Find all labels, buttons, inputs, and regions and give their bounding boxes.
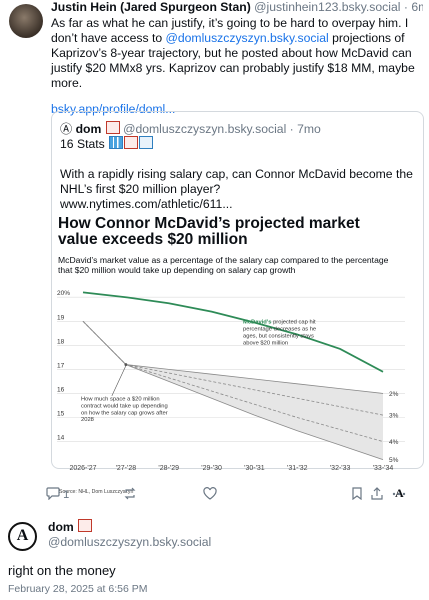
- x-tick-label: '32-'33: [330, 465, 351, 472]
- annotation-leader-line: [111, 365, 127, 396]
- chart-subtitle: McDavid’s market value as a percentage o…: [58, 255, 389, 275]
- quote-avatar-icon: Ⓐ: [60, 122, 73, 136]
- x-tick-label: '27-'28: [116, 465, 137, 472]
- quote-age: 7mo: [297, 122, 321, 136]
- y-tick-label: 15: [57, 411, 65, 418]
- quote-stats: 16 Stats: [60, 136, 154, 151]
- quote-url: www.nytimes.com/athletic/611...: [60, 197, 233, 211]
- post-actions: 1: [46, 487, 422, 503]
- share-button[interactable]: [371, 487, 383, 503]
- post-text: As far as what he can justify, it’s goin…: [51, 16, 415, 90]
- growth-series-label: 3%: [389, 413, 399, 420]
- trend-emoji-icon: [139, 136, 154, 149]
- quote-text: With a rapidly rising salary cap, can Co…: [60, 167, 415, 212]
- post-age: 6mo: [411, 0, 423, 14]
- x-tick-label: 2026-'27: [69, 465, 96, 472]
- chart-title: How Connor McDavid’s projected market va…: [58, 215, 360, 248]
- repost-button[interactable]: [123, 487, 137, 503]
- pencil-emoji-icon: [105, 121, 120, 134]
- share-icon: [371, 487, 383, 500]
- growth-series-label: 5%: [389, 457, 399, 464]
- y-tick-label: 17: [57, 362, 65, 369]
- y-tick-label: 14: [57, 435, 65, 442]
- reply-timestamp: February 28, 2025 at 6:56 PM: [8, 583, 148, 595]
- x-tick-label: '30-'31: [244, 465, 265, 472]
- post: Justin Hein (Jared Spurgeon Stan) @justi…: [51, 0, 423, 116]
- pencil-emoji-icon: [78, 519, 93, 532]
- mcdavid-annotation: McDavid's projected cap hit percentage de…: [243, 320, 316, 347]
- author-handle[interactable]: @justinhein123.bsky.social: [254, 0, 400, 14]
- mcdavid-series-line: [82, 291, 384, 373]
- like-button[interactable]: [203, 487, 217, 503]
- reply-icon: [46, 487, 60, 501]
- author-name[interactable]: Justin Hein (Jared Spurgeon Stan): [51, 0, 251, 14]
- y-tick-label: 20%: [57, 290, 70, 297]
- quote-header: Ⓐ dom @domluszczyszyn.bsky.social · 7mo: [60, 121, 321, 136]
- post-header: Justin Hein (Jared Spurgeon Stan) @justi…: [51, 0, 423, 15]
- quote-author-handle: @domluszczyszyn.bsky.social: [123, 122, 287, 136]
- repost-icon: [124, 487, 136, 500]
- reply-button[interactable]: 1: [46, 487, 69, 501]
- x-tick-label: '28-'29: [158, 465, 179, 472]
- chart-image[interactable]: How Connor McDavid’s projected market va…: [53, 213, 413, 500]
- pencil-emoji-icon: [124, 136, 139, 149]
- y-tick-label: 16: [57, 386, 65, 393]
- growth-series-label: 4%: [389, 439, 399, 446]
- bookmark-button[interactable]: [351, 487, 363, 503]
- bar-chart-emoji-icon: [109, 136, 124, 149]
- more-options-button[interactable]: [392, 487, 406, 503]
- mention-link[interactable]: @domluszczyszyn.bsky.social: [166, 31, 329, 45]
- reply-author-handle[interactable]: @domluszczyszyn.bsky.social: [48, 535, 211, 549]
- quoted-post[interactable]: Ⓐ dom @domluszczyszyn.bsky.social · 7mo …: [51, 111, 424, 500]
- growth-annotation: How much space a $20 million contract wou…: [81, 397, 168, 423]
- x-tick-label: '33-'34: [373, 465, 394, 472]
- annotation-leader-dot: [124, 363, 128, 366]
- x-tick-label: '29-'30: [201, 465, 222, 472]
- y-tick-label: 19: [57, 314, 65, 321]
- heart-icon: [203, 487, 217, 500]
- reply-author-avatar[interactable]: A: [8, 522, 37, 551]
- quote-author-name: dom: [75, 122, 102, 136]
- author-avatar[interactable]: [9, 4, 43, 38]
- reply-text: right on the money: [8, 563, 116, 578]
- ellipsis-icon: [392, 492, 406, 496]
- bookmark-icon: [352, 487, 362, 501]
- reply-author-name[interactable]: dom: [48, 519, 93, 534]
- chart-plot: 20% 19 18 17 16 15 14 2026-'27 '27-'28 '28-'29 '29…: [57, 290, 405, 472]
- x-tick-label: '31-'32: [287, 465, 308, 472]
- growth-series-label: 2%: [389, 391, 399, 398]
- y-tick-label: 18: [57, 338, 65, 345]
- reply-count: 1: [63, 489, 70, 501]
